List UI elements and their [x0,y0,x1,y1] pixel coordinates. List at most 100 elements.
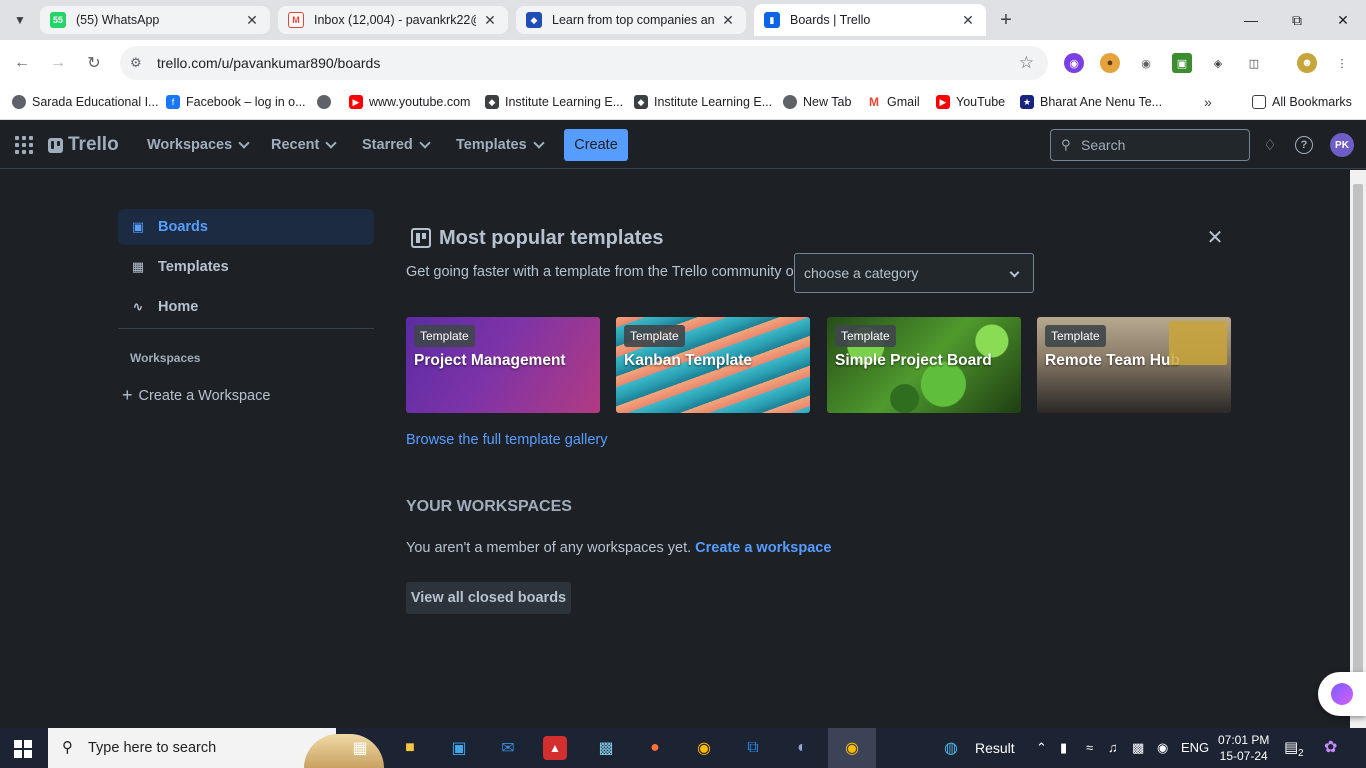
close-tab-icon[interactable]: ✕ [482,12,498,29]
tab-whatsapp[interactable]: 55 (55) WhatsApp ✕ [40,6,270,34]
trello-icon: ▮ [764,12,780,28]
template-card-remote-team-hub[interactable]: Template Remote Team Hub [1037,317,1231,413]
site-settings-icon[interactable]: ⚙ [130,55,146,71]
weather-result[interactable]: Result [975,740,1015,756]
institute-icon: ◆ [485,95,499,109]
help-icon[interactable]: ? [1295,136,1313,154]
avatar[interactable]: PK [1330,133,1354,157]
extensions-puzzle-icon[interactable]: ◫ [1244,53,1264,73]
close-icon[interactable]: ✕ [1204,226,1226,249]
notifications-icon[interactable]: ♢ [1259,134,1281,156]
file-explorer-icon[interactable]: ■ [396,734,424,762]
bookmark-item[interactable]: ▶ www.youtube.com [349,93,470,111]
sidebar-item-label: Home [158,299,199,315]
assistant-floating-button[interactable] [1318,672,1366,716]
nav-templates[interactable]: Templates [456,133,545,157]
nav-starred[interactable]: Starred [362,133,431,157]
close-tab-icon[interactable]: ✕ [244,12,260,29]
volume-icon[interactable]: ♫ [1108,740,1118,755]
acrobat-icon[interactable]: ▲ [543,736,567,760]
scrollbar-thumb[interactable] [1353,184,1363,714]
template-card-kanban[interactable]: Template Kanban Template [616,317,810,413]
app-switcher-icon[interactable] [14,135,34,155]
create-workspace-button[interactable]: + Create a Workspace [122,385,270,406]
tab-course[interactable]: ◆ Learn from top companies and ✕ [516,6,746,34]
assistant-icon [1331,683,1353,705]
bookmark-item[interactable]: Sarada Educational I... [12,93,158,111]
color-picker-extension-icon[interactable]: ◉ [1064,53,1084,73]
bookmark-item[interactable]: M Gmail [867,93,920,111]
camera-extension-icon[interactable]: ◉ [1136,53,1156,73]
all-bookmarks[interactable]: All Bookmarks [1252,93,1352,111]
category-select[interactable]: choose a category [794,253,1034,293]
close-tab-icon[interactable]: ✕ [960,12,976,29]
vscode-icon[interactable]: ⧉ [739,734,767,762]
address-bar[interactable]: ⚙ trello.com/u/pavankumar890/boards ☆ [120,46,1048,80]
bookmark-item[interactable]: f Facebook – log in o... [166,93,306,111]
chrome-icon[interactable]: ◉ [690,734,718,762]
profile-avatar-icon[interactable]: ☻ [1297,53,1317,73]
tab-gmail[interactable]: M Inbox (12,004) - pavankrk22@g ✕ [278,6,508,34]
search-box[interactable]: ⚲ [1050,129,1250,161]
store-icon[interactable]: ▣ [445,734,473,762]
language-indicator[interactable]: ENG [1181,740,1209,755]
show-hidden-icons-icon[interactable]: ⌃ [1036,740,1047,756]
bookmark-item[interactable] [317,93,337,111]
notifications-center-icon[interactable]: ▤ [1284,738,1298,756]
cookie-extension-icon[interactable]: ● [1100,53,1120,73]
bookmark-item[interactable]: ★ Bharat Ane Nenu Te... [1020,93,1162,111]
battery-icon[interactable]: ▮ [1060,740,1067,756]
system-clock[interactable]: 07:01 PM 15-07-24 [1218,732,1269,764]
task-view-icon[interactable]: ▦ [346,734,374,762]
dev-extension-icon[interactable]: ◈ [1208,53,1228,73]
new-tab-icon[interactable]: + [992,8,1020,32]
bookmark-item[interactable]: New Tab [783,93,851,111]
close-window-icon[interactable]: ✕ [1328,8,1358,32]
trello-logo[interactable]: Trello [48,134,119,156]
chrome-menu-icon[interactable]: ⋮ [1332,53,1352,73]
minimize-icon[interactable]: — [1236,8,1266,32]
back-icon[interactable]: ← [10,51,34,75]
mail-icon[interactable]: ✉ [494,734,522,762]
nav-recent[interactable]: Recent [271,133,338,157]
windows-start-icon[interactable] [14,740,32,758]
template-card-project-management[interactable]: Template Project Management [406,317,600,413]
display-icon[interactable]: ▩ [1132,740,1144,756]
create-workspace-link[interactable]: Create a workspace [695,540,831,556]
create-button[interactable]: Create [564,129,628,161]
sidebar-item-templates[interactable]: ▦ Templates [118,249,374,285]
copilot-icon[interactable]: ✿ [1324,737,1337,757]
bookmark-label: Institute Learning E... [505,95,624,109]
tab-trello[interactable]: ▮ Boards | Trello ✕ [754,4,986,36]
forward-icon[interactable]: → [46,51,70,75]
folder-icon [1252,95,1266,109]
view-closed-boards-button[interactable]: View all closed boards [406,582,571,614]
wifi-icon[interactable]: ≈ [1086,740,1093,755]
url-text[interactable]: trello.com/u/pavankumar890/boards [157,55,380,71]
bookmark-item[interactable]: ◆ Institute Learning E... [634,93,772,111]
nav-workspaces[interactable]: Workspaces [147,133,250,157]
bookmark-item[interactable]: ▶ YouTube [936,93,1005,111]
browse-template-gallery-link[interactable]: Browse the full template gallery [406,432,608,448]
close-tab-icon[interactable]: ✕ [720,12,736,29]
tab-search-icon[interactable]: ▼ [8,8,32,32]
search-input[interactable] [1081,135,1241,155]
chrome-active-icon[interactable]: ◉ [838,734,866,762]
cricket-icon[interactable]: ◍ [944,738,958,758]
bookmark-item[interactable]: ◆ Institute Learning E... [485,93,623,111]
template-card-simple-project-board[interactable]: Template Simple Project Board [827,317,1021,413]
green-extension-icon[interactable]: ▣ [1172,53,1192,73]
eclipse-icon[interactable]: ◐ [788,734,816,762]
control-panel-icon[interactable]: ▩ [592,734,620,762]
bookmark-star-icon[interactable]: ☆ [1019,53,1034,73]
sidebar-item-boards[interactable]: ▣ Boards [118,209,374,245]
more-bookmarks-icon[interactable]: » [1204,93,1212,111]
firefox-icon[interactable]: ● [641,734,669,762]
trello-logo-icon [48,137,63,153]
camera-icon[interactable]: ◉ [1157,740,1168,756]
restore-icon[interactable]: ⧉ [1282,8,1312,32]
reload-icon[interactable]: ↻ [82,51,106,75]
sidebar-item-home[interactable]: ∿ Home [118,289,374,325]
vertical-scrollbar[interactable] [1350,170,1366,728]
taskbar-search[interactable]: ⚲ Type here to search [48,728,384,768]
